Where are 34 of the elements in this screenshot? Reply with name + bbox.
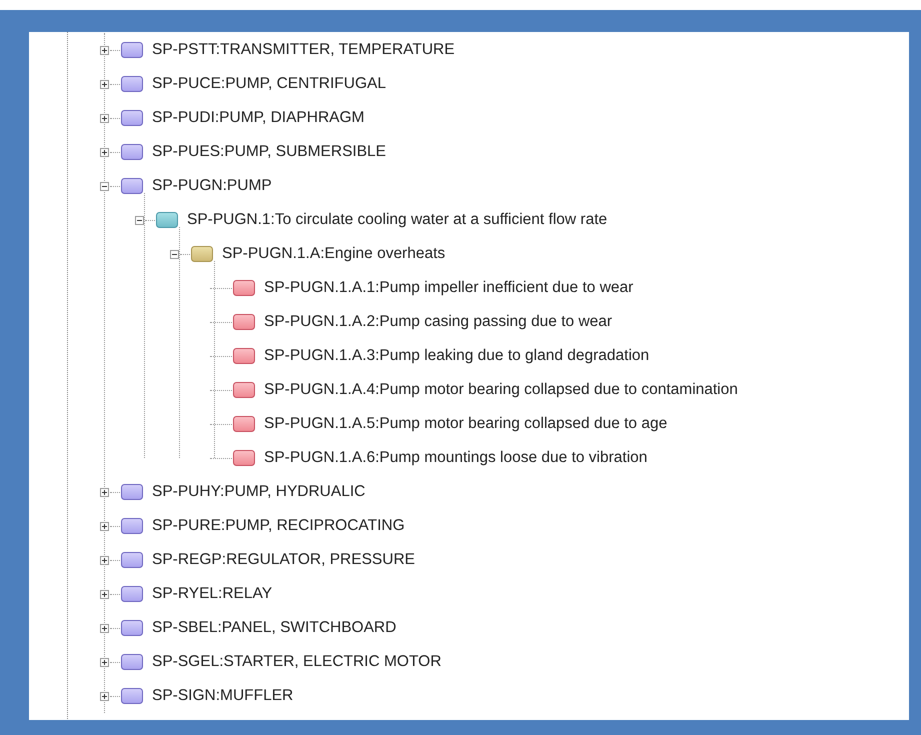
- expand-icon[interactable]: [100, 80, 109, 88]
- tree-item-label[interactable]: SP-REGP:REGULATOR, PRESSURE: [152, 551, 415, 569]
- expand-icon[interactable]: [100, 114, 109, 122]
- tree-item-label[interactable]: SP-PUGN:PUMP: [152, 177, 272, 195]
- tree-item-label[interactable]: SP-PUGN.1.A.6:Pump mountings loose due to vibration: [264, 449, 648, 467]
- tree-item-label[interactable]: SP-PUGN.1.A.4:Pump motor bearing collapsed due to contamination: [264, 381, 738, 399]
- tree-item-label[interactable]: SP-SGEL:STARTER, ELECTRIC MOTOR: [152, 653, 442, 671]
- tree-item-label[interactable]: SP-PUGN.1:To circulate cooling water at a sufficient flow rate: [187, 211, 608, 229]
- tree-item-label[interactable]: SP-PUGN.1.A.5:Pump motor bearing collapsed due to age: [264, 415, 668, 433]
- expand-icon[interactable]: [100, 692, 109, 700]
- expand-icon[interactable]: [100, 522, 109, 530]
- collapse-icon[interactable]: [135, 216, 144, 224]
- tree-item-label[interactable]: SP-PUDI:PUMP, DIAPHRAGM: [152, 109, 364, 127]
- tree-item-label[interactable]: SP-PSTT:TRANSMITTER, TEMPERATURE: [152, 41, 455, 59]
- tree-item-label[interactable]: SP-PUGN.1.A.2:Pump casing passing due to wear: [264, 313, 612, 331]
- collapse-icon[interactable]: [170, 250, 179, 258]
- expand-icon[interactable]: [100, 46, 109, 54]
- expand-icon[interactable]: [100, 488, 109, 496]
- tree-item-label[interactable]: SP-SIGN:MUFFLER: [152, 687, 294, 705]
- expand-icon[interactable]: [100, 624, 109, 632]
- tree-item-label[interactable]: SP-SBEL:PANEL, SWITCHBOARD: [152, 619, 396, 637]
- expand-icon[interactable]: [100, 590, 109, 598]
- expand-icon[interactable]: [100, 658, 109, 666]
- tree-item-label[interactable]: SP-PUCE:PUMP, CENTRIFUGAL: [152, 75, 386, 93]
- collapse-icon[interactable]: [100, 182, 109, 190]
- tree-item-label[interactable]: SP-PUGN.1.A.3:Pump leaking due to gland degradation: [264, 347, 650, 365]
- expand-icon[interactable]: [100, 148, 109, 156]
- tree-item-label[interactable]: SP-PURE:PUMP, RECIPROCATING: [152, 517, 405, 535]
- tree-item-label[interactable]: SP-PUGN.1.A:Engine overheats: [222, 245, 446, 263]
- expand-icon[interactable]: [100, 556, 109, 564]
- tree-item-label[interactable]: SP-PUES:PUMP, SUBMERSIBLE: [152, 143, 386, 161]
- tree-item-label[interactable]: SP-PUGN.1.A.1:Pump impeller inefficient due to wear: [264, 279, 634, 297]
- tree-item-label[interactable]: SP-PUHY:PUMP, HYDRUALIC: [152, 483, 366, 501]
- tree-item-label[interactable]: SP-RYEL:RELAY: [152, 585, 272, 603]
